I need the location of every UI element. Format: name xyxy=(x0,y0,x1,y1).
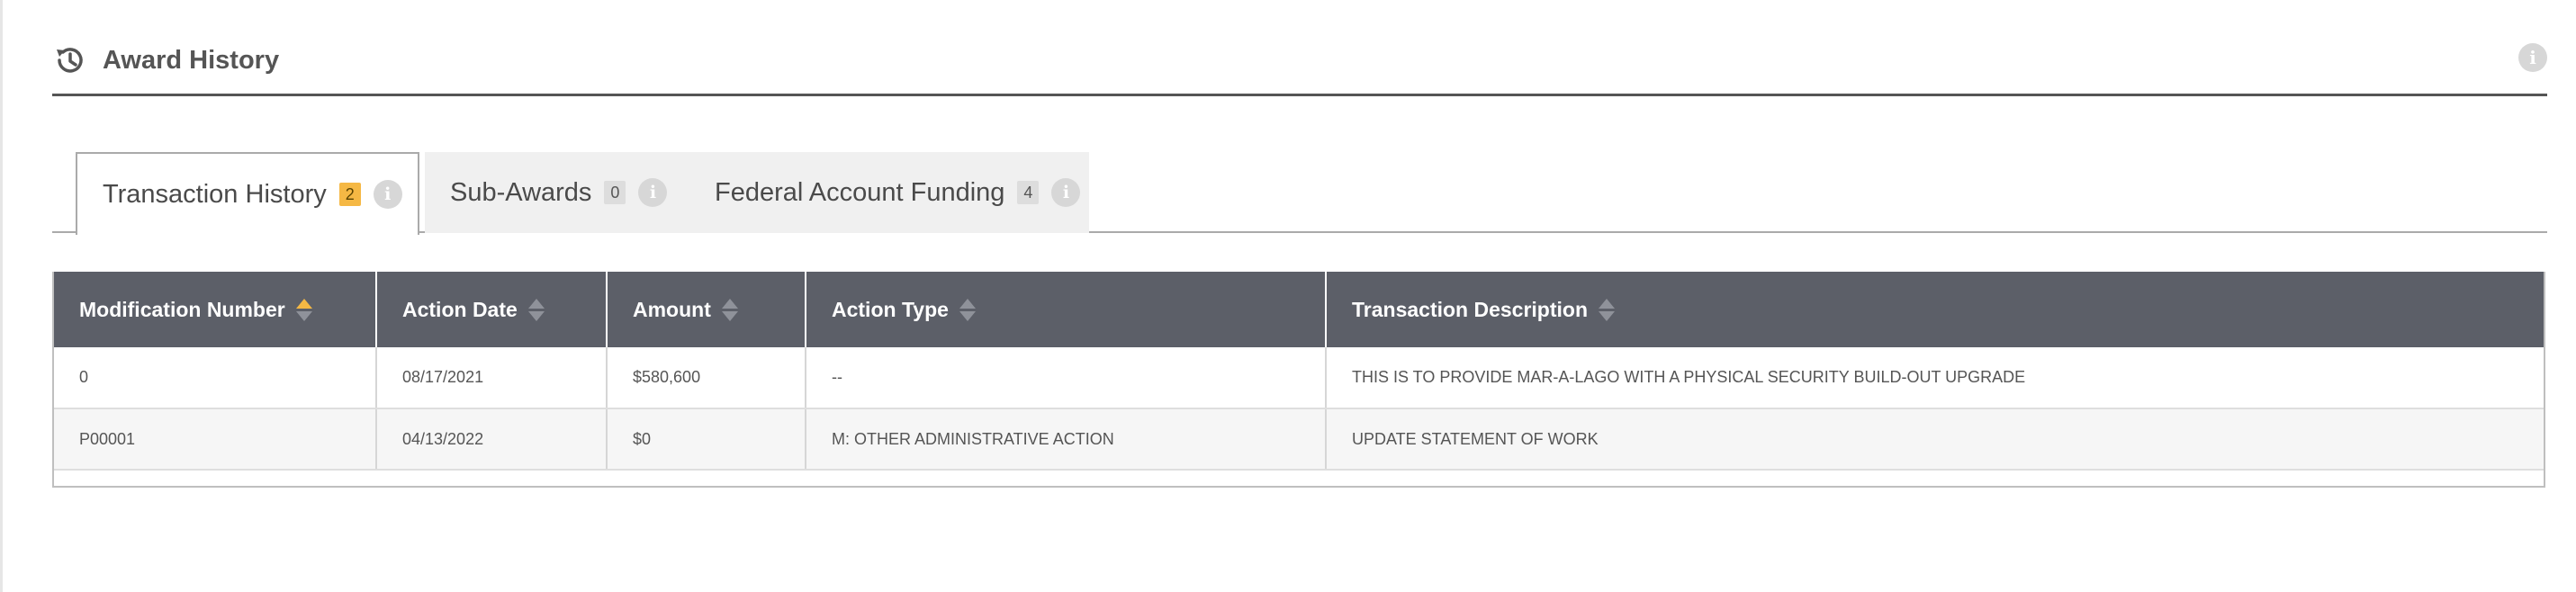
column-header-label: Amount xyxy=(633,297,711,321)
sort-ascending-icon[interactable] xyxy=(295,298,312,321)
column-header-transaction-description[interactable]: Transaction Description xyxy=(1326,272,2544,347)
cell-action-date: 04/13/2022 xyxy=(376,408,608,471)
info-icon[interactable]: i xyxy=(638,178,668,207)
tab-federal-account-funding[interactable]: Federal Account Funding 4 i xyxy=(689,152,1089,233)
column-header-modification-number[interactable]: Modification Number xyxy=(54,272,377,347)
left-rail xyxy=(0,0,3,592)
history-icon xyxy=(52,42,88,78)
column-header-label: Action Type xyxy=(832,297,949,321)
table-row: P00001 04/13/2022 $0 M: OTHER ADMINISTRA… xyxy=(54,408,2544,471)
tab-count-badge: 0 xyxy=(604,181,626,204)
sort-icon[interactable] xyxy=(959,298,976,321)
cell-description: THIS IS TO PROVIDE MAR-A-LAGO WITH A PHY… xyxy=(1326,347,2544,409)
tab-transaction-history[interactable]: Transaction History 2 i xyxy=(76,152,419,235)
sort-icon[interactable] xyxy=(721,298,738,321)
tab-count-badge: 2 xyxy=(338,183,361,206)
cell-modification-number: 0 xyxy=(54,347,377,409)
info-icon[interactable]: i xyxy=(1051,178,1081,207)
cell-action-type: M: OTHER ADMINISTRATIVE ACTION xyxy=(806,408,1327,471)
column-header-action-type[interactable]: Action Type xyxy=(806,272,1327,347)
tab-label: Transaction History xyxy=(103,179,327,209)
tab-count-badge: 4 xyxy=(1017,181,1040,204)
cell-description: UPDATE STATEMENT OF WORK xyxy=(1326,408,2544,471)
cell-amount: $0 xyxy=(607,408,806,471)
column-header-amount[interactable]: Amount xyxy=(607,272,806,347)
column-header-label: Action Date xyxy=(402,297,518,321)
section-header: Award History i xyxy=(52,36,2547,96)
table-header-row: Modification Number Action Date Amount A… xyxy=(54,272,2544,347)
cell-action-type: -- xyxy=(806,347,1327,409)
column-header-label: Transaction Description xyxy=(1352,297,1589,321)
tab-label: Federal Account Funding xyxy=(715,177,1005,207)
sort-icon[interactable] xyxy=(527,298,545,321)
section-title: Award History xyxy=(103,45,280,75)
transactions-table: Modification Number Action Date Amount A… xyxy=(52,272,2545,488)
tabs-bar: Transaction History 2 i Sub-Awards 0 i F… xyxy=(52,152,2547,235)
cell-action-date: 08/17/2021 xyxy=(376,347,608,409)
info-icon[interactable]: i xyxy=(373,180,402,209)
sort-icon[interactable] xyxy=(1599,298,1616,321)
tab-sub-awards[interactable]: Sub-Awards 0 i xyxy=(425,152,695,233)
column-header-action-date[interactable]: Action Date xyxy=(376,272,608,347)
cell-amount: $580,600 xyxy=(607,347,806,409)
tab-label: Sub-Awards xyxy=(450,177,592,207)
info-icon[interactable]: i xyxy=(2518,43,2547,72)
table-row: 0 08/17/2021 $580,600 -- THIS IS TO PROV… xyxy=(54,347,2544,409)
column-header-label: Modification Number xyxy=(79,297,285,321)
cell-modification-number: P00001 xyxy=(54,408,377,471)
